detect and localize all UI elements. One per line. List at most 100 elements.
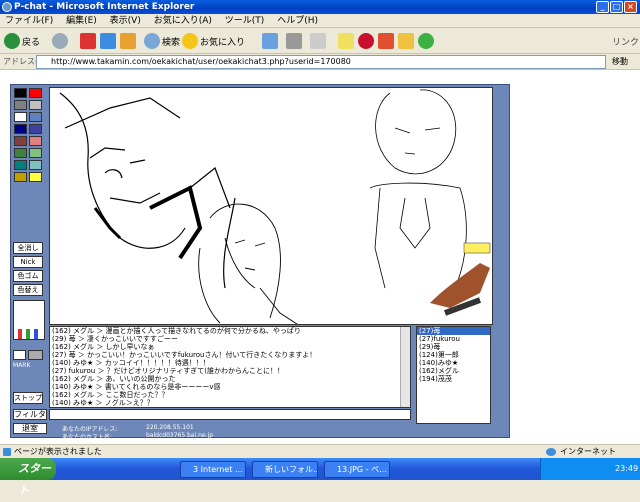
links-label[interactable]: リンク [612, 31, 639, 51]
host-value: baldcd03765.bai.ne.jp [146, 432, 213, 439]
user-list-item[interactable]: (124)第一郎 [417, 351, 490, 359]
chat-message: (29) 苺 ＞ 凄くかっこいいですすごーー [52, 335, 178, 343]
chat-message: (140) みゆ★ ＞ カッコイイ！！！！！待遇！！！ [52, 359, 210, 367]
chat-message: (140) みゆ★ ＞ 書いてくれるのなら是非ーーーーv感 [52, 383, 221, 391]
exit-button[interactable]: 退室 [13, 423, 47, 434]
filter-button[interactable]: フィルタ [13, 409, 47, 420]
search-icon [144, 33, 160, 49]
close-button[interactable]: × [624, 1, 637, 13]
stop-button[interactable] [80, 31, 96, 51]
red-slider[interactable] [18, 329, 22, 339]
maximize-button[interactable]: □ [610, 1, 623, 13]
go-button[interactable]: 移動 [612, 56, 628, 67]
drawing-canvas[interactable] [49, 87, 493, 325]
back-arrow-icon [4, 33, 20, 49]
color-swatch[interactable] [14, 148, 27, 158]
chat-message: (140) みゆ★ ＞ ノグル＞え？？ [52, 399, 154, 407]
chat-message: (162) メグル ＞ ここ数日だった？？ [52, 391, 169, 399]
clear-all-button[interactable]: 全消し [13, 242, 43, 254]
user-list-item[interactable]: (27)fukurou [417, 335, 490, 343]
search-button[interactable]: 検索 [144, 31, 180, 51]
chat-message: (162) メグル ＞ 漫画とか描く人って描きなれてるのが何で分かるね、やっぱり [52, 327, 301, 335]
color-swatch[interactable] [14, 172, 27, 182]
research-button[interactable] [378, 31, 394, 51]
mail-icon [262, 33, 278, 49]
minimize-button[interactable]: _ [596, 1, 609, 13]
color-swatch[interactable] [29, 160, 42, 170]
messenger-button[interactable] [358, 31, 374, 51]
menu-edit[interactable]: 編集(E) [61, 14, 102, 28]
stop-button[interactable]: ストップ [13, 392, 43, 404]
page-icon [3, 448, 11, 456]
color-swatch[interactable] [14, 112, 27, 122]
ip-value: 220.208.55.101 [146, 424, 194, 431]
color-swatch[interactable] [29, 100, 42, 110]
color-swatch[interactable] [14, 136, 27, 146]
address-input[interactable]: http://www.takamin.com/oekakichat/user/o… [36, 55, 606, 69]
brush-sliders[interactable] [13, 300, 45, 340]
back-button[interactable]: 戻る [4, 31, 40, 51]
print-button[interactable] [286, 31, 302, 51]
user-list-item[interactable]: (140)みゆ★ [417, 359, 490, 367]
note-icon [338, 33, 354, 49]
address-bar: アドレス(D) http://www.takamin.com/oekakicha… [0, 54, 640, 70]
star-icon [182, 33, 198, 49]
window-icon[interactable] [28, 350, 43, 360]
globe-icon [546, 448, 556, 456]
color-swatch[interactable] [29, 112, 42, 122]
print-icon [286, 33, 302, 49]
color-swatch[interactable] [29, 148, 42, 158]
green-slider[interactable] [26, 329, 30, 339]
color-swatch[interactable] [29, 88, 42, 98]
user-list-item[interactable]: (194)茂茂 [417, 375, 490, 383]
forward-arrow-icon [52, 33, 68, 49]
edit-button[interactable] [310, 31, 326, 51]
user-list-item[interactable]: (162)メグル [417, 367, 490, 375]
refresh-button[interactable] [100, 31, 116, 51]
color-palette [13, 88, 47, 188]
color-swatch[interactable] [14, 124, 27, 134]
color-swatch[interactable] [29, 124, 42, 134]
url-text: http://www.takamin.com/oekakichat/user/o… [51, 57, 351, 66]
forward-button[interactable] [52, 31, 68, 51]
mail-icon[interactable] [13, 350, 26, 360]
sketch-drawing [59, 89, 491, 324]
menu-view[interactable]: 表示(V) [105, 14, 146, 28]
color-swatch[interactable] [14, 100, 27, 110]
color-swatch[interactable] [29, 136, 42, 146]
user-list-item[interactable]: (27)苺 [417, 327, 490, 335]
color-swatch[interactable] [29, 172, 42, 182]
people-icon [418, 33, 434, 49]
menu-tools[interactable]: ツール(T) [220, 14, 270, 28]
task-ie[interactable]: 3 Internet ... [180, 461, 246, 478]
discuss-button[interactable] [338, 31, 354, 51]
menu-favorites[interactable]: お気に入り(A) [149, 14, 217, 28]
start-button[interactable]: スタート [0, 458, 56, 497]
home-button[interactable] [120, 31, 136, 51]
stop-icon [80, 33, 96, 49]
chat-scrollbar[interactable] [400, 327, 410, 407]
folder-button[interactable] [398, 31, 414, 51]
zone-text: インターネット [560, 447, 616, 456]
menu-file[interactable]: ファイル(F) [0, 14, 58, 28]
task-folder[interactable]: 新しいフォル... [252, 461, 318, 478]
msn-button[interactable] [418, 31, 434, 51]
eraser-button[interactable]: 色ゴム [13, 270, 43, 282]
blue-slider[interactable] [34, 329, 38, 339]
chat-message: (27) fukurou ＞ ？だけどオリジナリティすぎて(誰かわからんことに！… [52, 367, 284, 375]
refresh-icon [100, 33, 116, 49]
window-title: P-chat - Microsoft Internet Explorer [14, 2, 195, 12]
mail-button[interactable] [262, 31, 278, 51]
task-paint[interactable]: 13.JPG - ペ... [324, 461, 390, 478]
color-swatch[interactable] [14, 160, 27, 170]
menu-help[interactable]: ヘルプ(H) [272, 14, 323, 28]
research-icon [378, 33, 394, 49]
menu-bar: ファイル(F) 編集(E) 表示(V) お気に入り(A) ツール(T) ヘルプ(… [0, 14, 640, 28]
color-swap-button[interactable]: 色替え [13, 284, 43, 296]
user-list-item[interactable]: (29)苺 [417, 343, 490, 351]
nick-button[interactable]: Nick [13, 256, 43, 268]
chat-input[interactable] [49, 409, 411, 420]
chat-message: (27) 苺 ＞ かっこいい！かっこいいですfukurouさん！付いて行きたくな… [52, 351, 317, 359]
favorites-button[interactable]: お気に入り [182, 31, 245, 51]
color-swatch[interactable] [14, 88, 27, 98]
